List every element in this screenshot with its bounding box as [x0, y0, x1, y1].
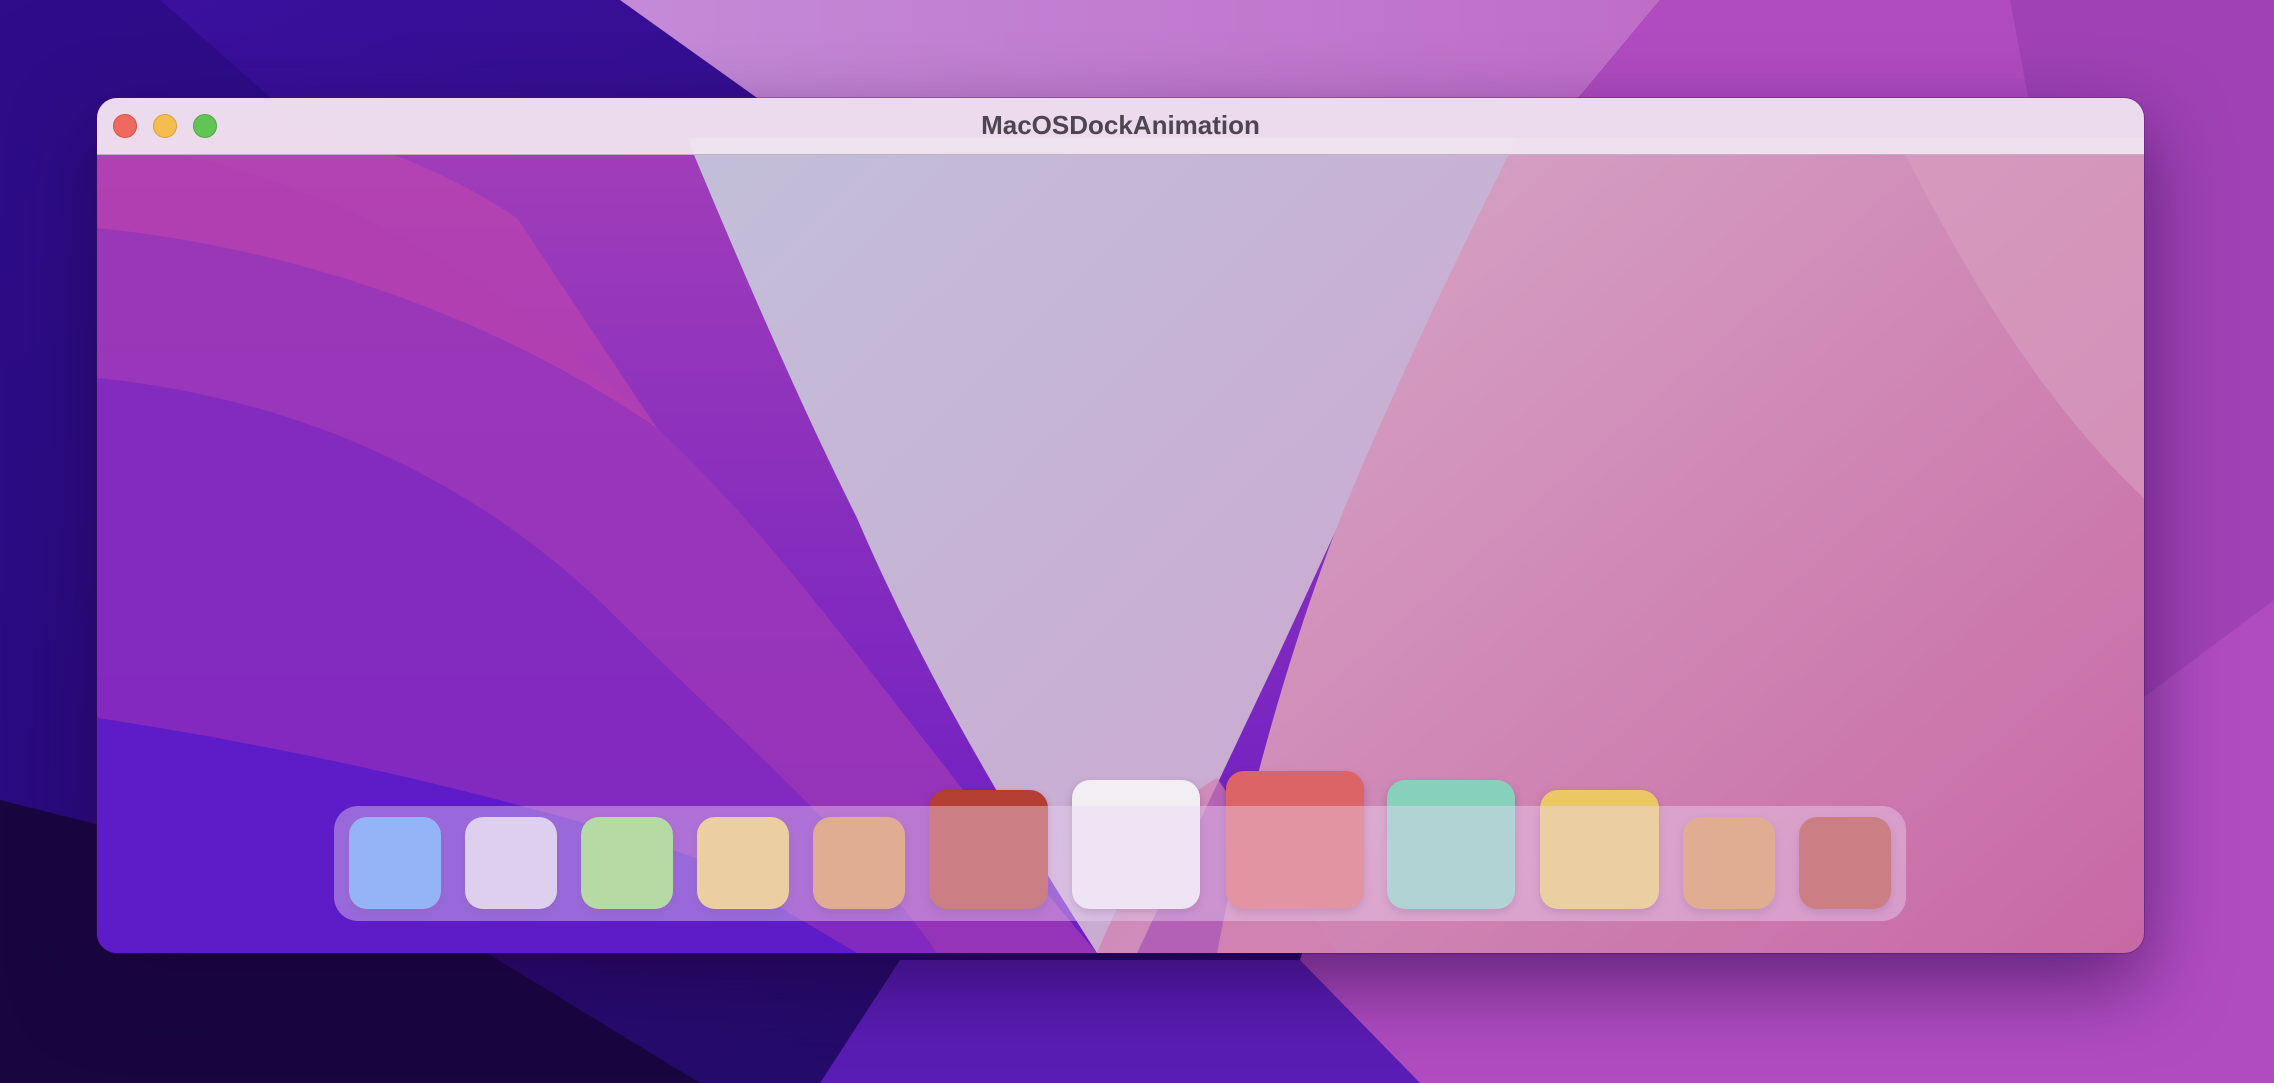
window-title: MacOSDockAnimation: [981, 110, 1260, 140]
window-titlebar[interactable]: MacOSDockAnimation: [97, 98, 2144, 155]
app-window: MacOSDockAnimation: [97, 98, 2144, 953]
desktop-wallpaper: MacOSDockAnimation: [0, 0, 2274, 1083]
dock: [334, 806, 1906, 921]
